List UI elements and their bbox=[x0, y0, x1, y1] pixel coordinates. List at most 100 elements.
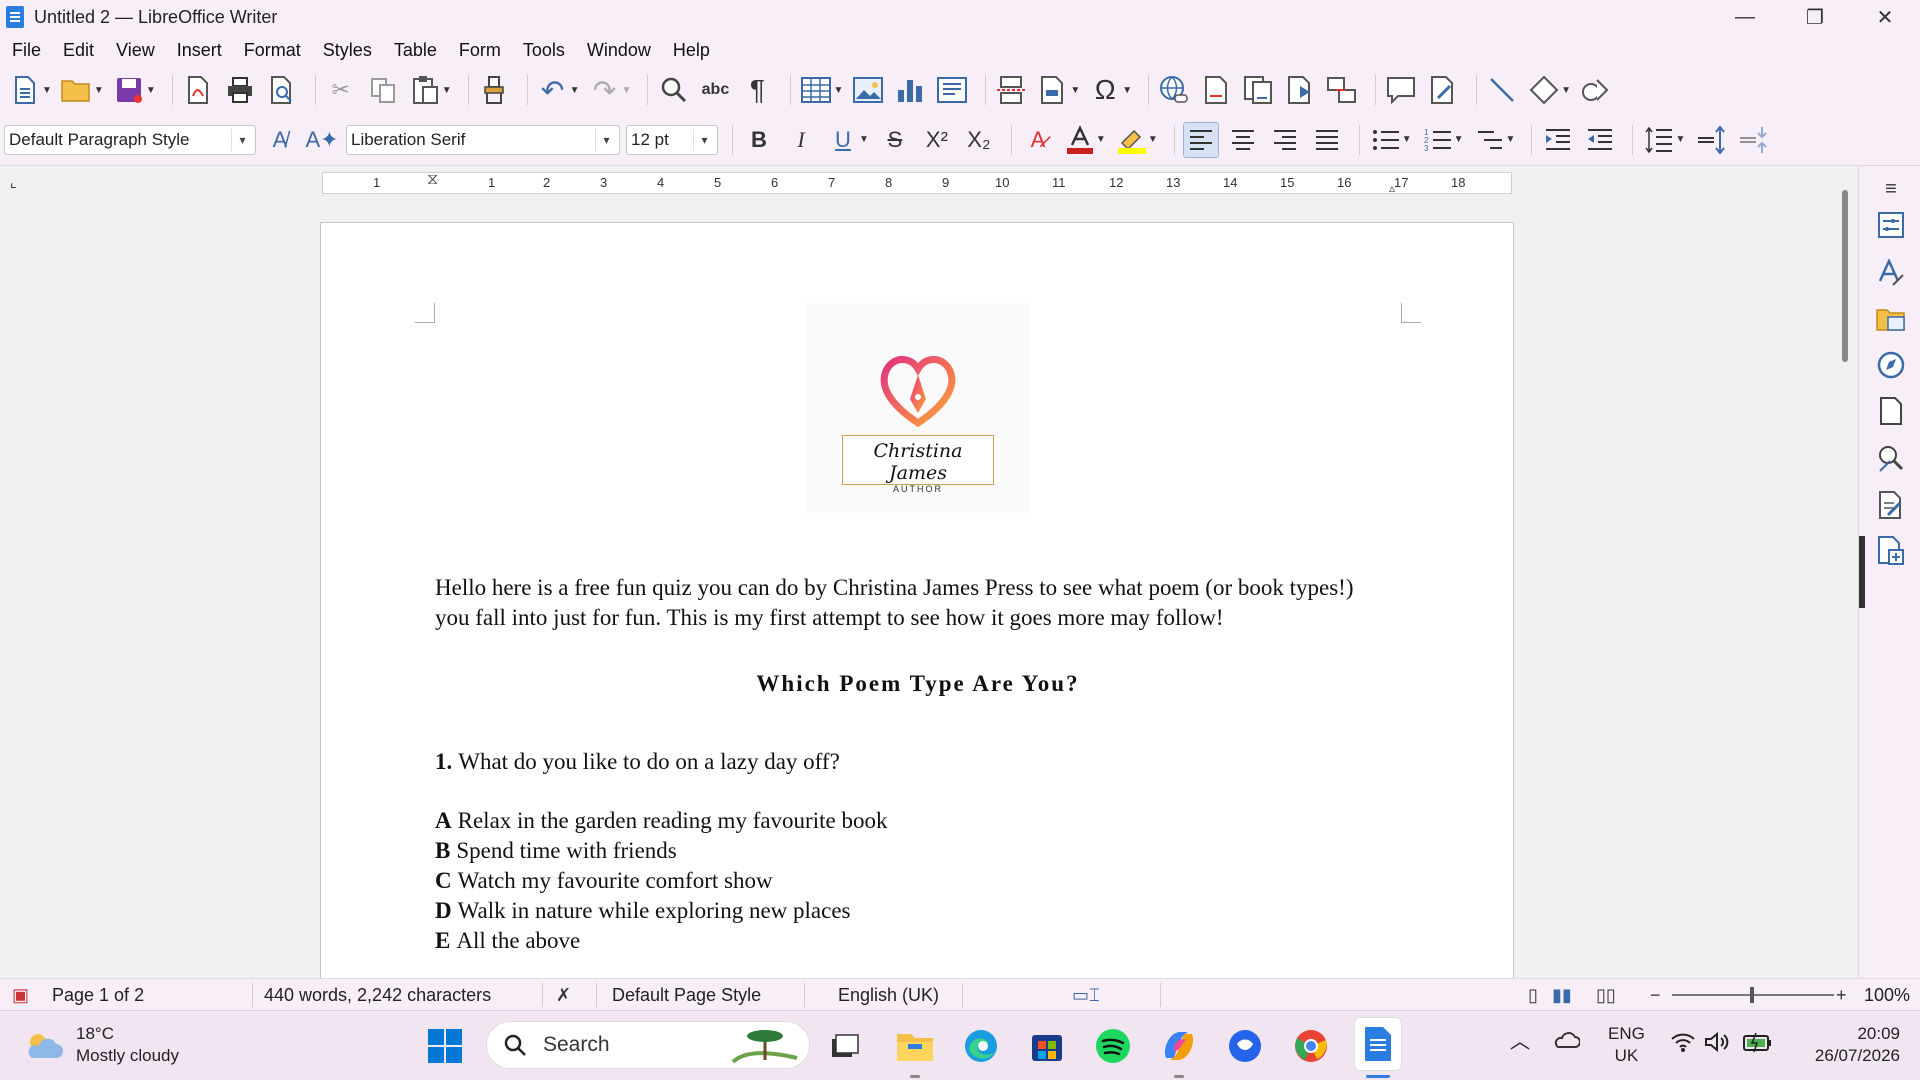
line-spacing-icon[interactable] bbox=[1641, 122, 1677, 158]
sidebar-manage-changes-icon[interactable] bbox=[1876, 490, 1906, 520]
task-view-icon[interactable] bbox=[824, 1025, 866, 1067]
security-app-icon[interactable] bbox=[1224, 1025, 1266, 1067]
outline-list-icon[interactable] bbox=[1472, 122, 1508, 158]
bold-button[interactable]: B bbox=[741, 122, 777, 158]
open-dropdown-icon[interactable]: ▼ bbox=[94, 85, 104, 96]
microsoft-store-icon[interactable] bbox=[1026, 1025, 1068, 1067]
spotify-icon[interactable] bbox=[1092, 1025, 1134, 1067]
sidebar-gallery-icon[interactable] bbox=[1876, 304, 1906, 334]
align-center-icon[interactable] bbox=[1225, 122, 1261, 158]
special-character-dropdown-icon[interactable]: ▼ bbox=[1122, 85, 1132, 96]
menu-file[interactable]: File bbox=[4, 40, 49, 61]
show-hidden-icons[interactable]: ︿ bbox=[1510, 1031, 1530, 1053]
redo-dropdown-icon[interactable]: ▼ bbox=[622, 85, 632, 96]
highlight-dropdown-icon[interactable]: ▼ bbox=[1148, 134, 1158, 145]
answer-option[interactable]: C Watch my favourite comfort show bbox=[435, 866, 773, 896]
chevron-down-icon[interactable]: ▾ bbox=[231, 128, 253, 151]
font-name-combo[interactable]: Liberation Serif ▾ bbox=[346, 124, 620, 155]
menu-edit[interactable]: Edit bbox=[55, 40, 102, 61]
undo-icon[interactable]: ↶ bbox=[536, 73, 570, 107]
sidebar-style-inspector-icon[interactable] bbox=[1876, 444, 1906, 474]
sidebar-navigator-icon[interactable] bbox=[1876, 350, 1906, 380]
zoom-slider[interactable] bbox=[1672, 987, 1834, 1003]
justify-icon[interactable] bbox=[1309, 122, 1345, 158]
insert-chart-icon[interactable] bbox=[893, 73, 927, 107]
answer-option[interactable]: D Walk in nature while exploring new plac… bbox=[435, 896, 850, 926]
input-language[interactable]: ENG UK bbox=[1608, 1023, 1645, 1067]
line-spacing-dropdown-icon[interactable]: ▼ bbox=[1675, 134, 1685, 145]
paste-dropdown-icon[interactable]: ▼ bbox=[442, 85, 452, 96]
undo-dropdown-icon[interactable]: ▼ bbox=[570, 85, 580, 96]
menu-form[interactable]: Form bbox=[451, 40, 509, 61]
insert-mode-icon[interactable]: ▭⌶ bbox=[1072, 985, 1100, 1006]
document-modified-icon[interactable]: ▣ bbox=[12, 985, 29, 1006]
draw-functions-icon[interactable] bbox=[1579, 73, 1613, 107]
bullet-list-icon[interactable] bbox=[1368, 122, 1404, 158]
bookmark-icon[interactable] bbox=[1283, 73, 1317, 107]
author-logo[interactable]: Christina James AUTHOR bbox=[805, 303, 1031, 513]
word-count[interactable]: 440 words, 2,242 characters bbox=[264, 985, 491, 1006]
shapes-dropdown-icon[interactable]: ▼ bbox=[1561, 85, 1571, 96]
align-left-icon[interactable] bbox=[1182, 121, 1219, 158]
question-1[interactable]: 1. What do you like to do on a lazy day o… bbox=[435, 747, 840, 777]
zoom-slider-thumb[interactable] bbox=[1750, 987, 1754, 1003]
decrease-paragraph-spacing-icon[interactable] bbox=[1735, 122, 1771, 158]
single-page-view-icon[interactable]: ▯ bbox=[1528, 985, 1538, 1006]
underline-button[interactable]: U bbox=[825, 122, 861, 158]
zoom-out-icon[interactable]: − bbox=[1650, 985, 1661, 1006]
chrome-browser-icon[interactable] bbox=[1290, 1025, 1332, 1067]
subscript-icon[interactable]: X₂ bbox=[961, 122, 997, 158]
font-color-dropdown-icon[interactable]: ▼ bbox=[1096, 134, 1106, 145]
copy-icon[interactable] bbox=[366, 73, 400, 107]
sidebar-styles-icon[interactable] bbox=[1876, 258, 1906, 288]
hyperlink-icon[interactable] bbox=[1157, 73, 1191, 107]
outline-dropdown-icon[interactable]: ▼ bbox=[1506, 134, 1516, 145]
superscript-icon[interactable]: X² bbox=[919, 122, 955, 158]
libreoffice-writer-taskbar-icon[interactable] bbox=[1354, 1017, 1402, 1071]
answer-option[interactable]: B Spend time with friends bbox=[435, 836, 677, 866]
intro-line-1[interactable]: Hello here is a free fun quiz you can do… bbox=[435, 573, 1353, 603]
answer-option[interactable]: E All the above bbox=[435, 926, 580, 956]
menu-styles[interactable]: Styles bbox=[315, 40, 380, 61]
endnote-icon[interactable] bbox=[1241, 73, 1275, 107]
menu-table[interactable]: Table bbox=[386, 40, 445, 61]
new-style-icon[interactable]: A✦ bbox=[304, 122, 340, 158]
page-break-icon[interactable] bbox=[994, 73, 1028, 107]
right-indent-marker[interactable]: ▵ bbox=[1389, 181, 1395, 195]
insert-line-icon[interactable] bbox=[1485, 73, 1519, 107]
page-count[interactable]: Page 1 of 2 bbox=[52, 985, 144, 1006]
redo-icon[interactable]: ↷ bbox=[588, 73, 622, 107]
taskbar-search[interactable]: Search bbox=[486, 1021, 810, 1069]
new-document-icon[interactable] bbox=[8, 73, 42, 107]
track-changes-icon[interactable] bbox=[1426, 73, 1460, 107]
cut-icon[interactable]: ✂ bbox=[324, 73, 358, 107]
print-icon[interactable] bbox=[223, 73, 257, 107]
tab-stop-selector[interactable]: ⌞ bbox=[10, 174, 17, 191]
sidebar-menu-icon[interactable]: ≡ bbox=[1876, 174, 1906, 204]
menu-tools[interactable]: Tools bbox=[515, 40, 573, 61]
page-style[interactable]: Default Page Style bbox=[612, 985, 761, 1006]
volume-icon[interactable] bbox=[1704, 1031, 1730, 1059]
special-character-icon[interactable]: Ω bbox=[1088, 73, 1122, 107]
book-view-icon[interactable]: ▯▯ bbox=[1596, 985, 1616, 1006]
highlight-color-icon[interactable] bbox=[1114, 122, 1150, 158]
update-style-icon[interactable]: A̸ bbox=[262, 122, 298, 158]
footnote-icon[interactable] bbox=[1199, 73, 1233, 107]
insert-textbox-icon[interactable] bbox=[935, 73, 969, 107]
cross-reference-icon[interactable] bbox=[1325, 73, 1359, 107]
font-size-combo[interactable]: 12 pt ▾ bbox=[626, 124, 718, 155]
vertical-scrollbar[interactable] bbox=[1840, 190, 1850, 978]
menu-window[interactable]: Window bbox=[579, 40, 659, 61]
multi-page-view-icon[interactable]: ▮▮ bbox=[1552, 985, 1572, 1006]
horizontal-ruler[interactable]: 1 ⧖ 1 2 3 4 5 6 7 8 9 10 11 12 13 14 15 … bbox=[322, 171, 1512, 195]
bullet-dropdown-icon[interactable]: ▼ bbox=[1402, 134, 1412, 145]
menu-format[interactable]: Format bbox=[236, 40, 309, 61]
document-page[interactable]: Christina James AUTHOR Hello here is a f… bbox=[320, 222, 1514, 978]
export-pdf-icon[interactable] bbox=[181, 73, 215, 107]
quiz-heading[interactable]: Which Poem Type Are You? bbox=[321, 671, 1515, 697]
insert-field-icon[interactable] bbox=[1036, 73, 1070, 107]
spelling-icon[interactable]: abc bbox=[698, 73, 732, 107]
decrease-indent-icon[interactable] bbox=[1582, 122, 1618, 158]
text-language[interactable]: English (UK) bbox=[838, 985, 939, 1006]
digital-signature-icon[interactable]: ✗ bbox=[556, 985, 571, 1006]
